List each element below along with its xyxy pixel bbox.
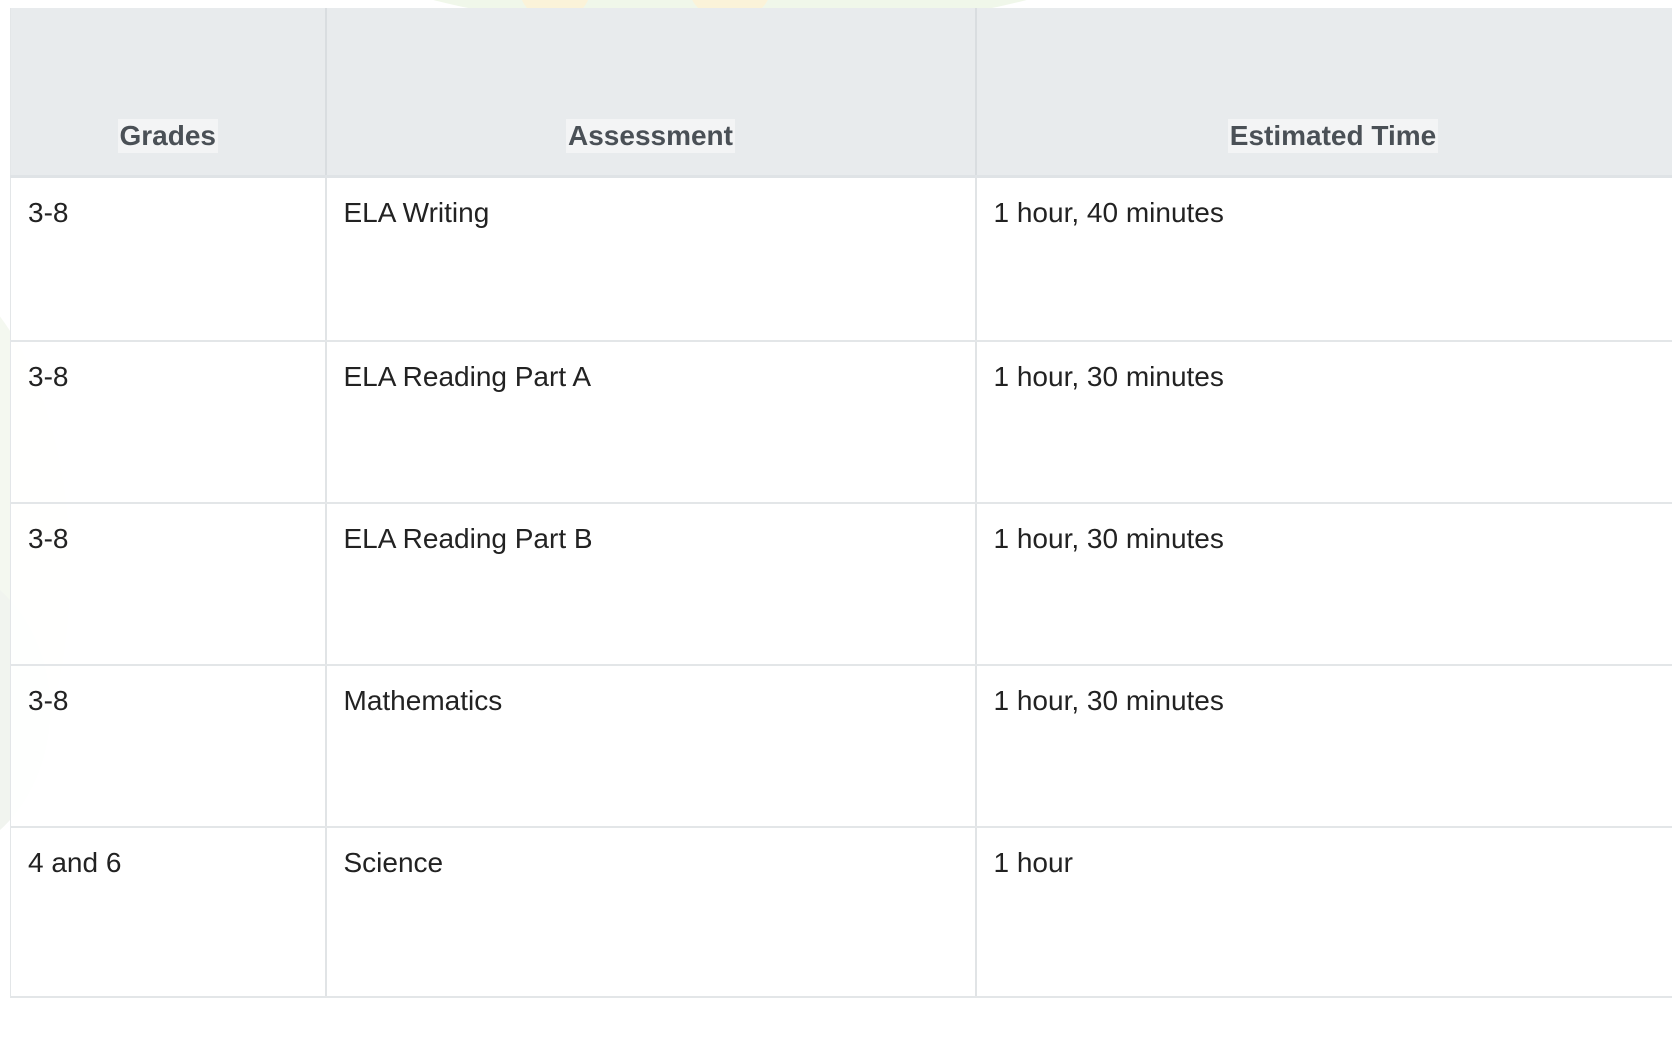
cell-grades: 3-8 — [10, 341, 327, 504]
cell-estimated-time: 1 hour, 30 minutes — [975, 665, 1672, 828]
cell-grades: 4 and 6 — [10, 827, 327, 998]
table-row: 3-8 ELA Reading Part A 1 hour, 30 minute… — [10, 341, 1672, 504]
header-label: Grades — [117, 118, 218, 153]
table-row: 4 and 6 Science 1 hour — [10, 827, 1672, 998]
header-estimated-time: Estimated Time — [975, 8, 1672, 178]
table-row: 3-8 ELA Writing 1 hour, 40 minutes — [10, 176, 1672, 342]
cell-assessment: ELA Reading Part B — [325, 503, 977, 666]
cell-assessment: ELA Reading Part A — [325, 341, 977, 504]
cell-assessment: Mathematics — [325, 665, 977, 828]
cell-assessment: Science — [325, 827, 977, 998]
header-assessment: Assessment — [325, 8, 977, 178]
header-grades: Grades — [10, 8, 327, 178]
header-label: Assessment — [566, 118, 735, 153]
cell-estimated-time: 1 hour, 40 minutes — [975, 176, 1672, 342]
cell-grades: 3-8 — [10, 176, 327, 342]
page: Grades Assessment Estimated Time 3-8 ELA… — [0, 0, 1672, 1049]
assessment-schedule-table: Grades Assessment Estimated Time 3-8 ELA… — [10, 8, 1672, 998]
table-row: 3-8 ELA Reading Part B 1 hour, 30 minute… — [10, 503, 1672, 666]
cell-estimated-time: 1 hour — [975, 827, 1672, 998]
cell-grades: 3-8 — [10, 503, 327, 666]
table-row: 3-8 Mathematics 1 hour, 30 minutes — [10, 665, 1672, 828]
table-header-row: Grades Assessment Estimated Time — [10, 8, 1672, 178]
cell-estimated-time: 1 hour, 30 minutes — [975, 341, 1672, 504]
cell-estimated-time: 1 hour, 30 minutes — [975, 503, 1672, 666]
header-label: Estimated Time — [1227, 118, 1439, 153]
cell-assessment: ELA Writing — [325, 176, 977, 342]
cell-grades: 3-8 — [10, 665, 327, 828]
